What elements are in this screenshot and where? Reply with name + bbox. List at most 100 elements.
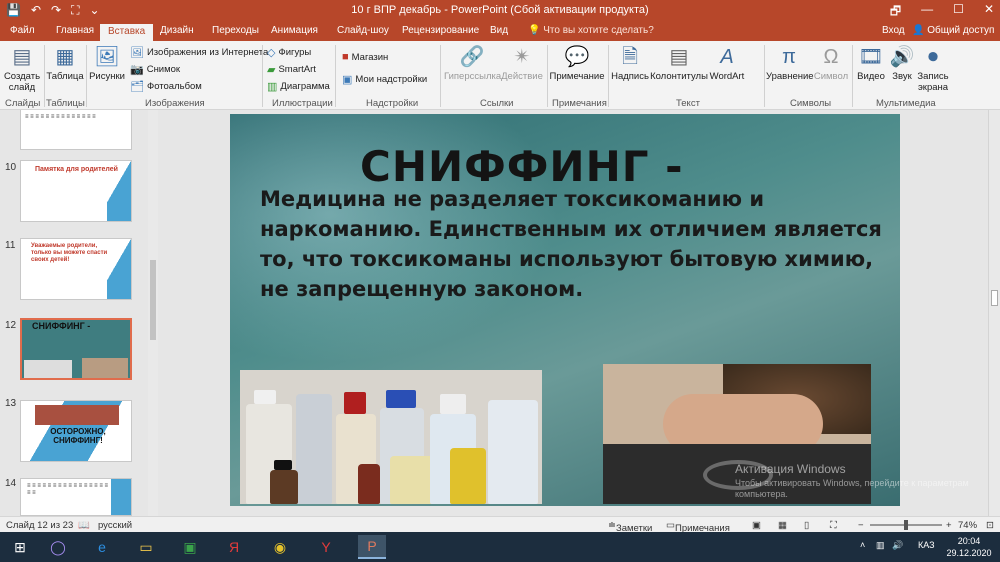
tab-review[interactable]: Рецензирование bbox=[402, 25, 479, 36]
internet-explorer-icon[interactable]: e bbox=[88, 535, 116, 559]
thumbnail-title: Уважаемые родители, только вы можете спа… bbox=[31, 243, 108, 263]
hyperlink-button[interactable]: 🔗 Гиперссылка bbox=[444, 45, 501, 82]
zoom-level[interactable]: 74% bbox=[958, 520, 977, 531]
ribbon-display-options-icon[interactable]: 🗗 bbox=[890, 2, 901, 23]
tell-me-label: Что вы хотите сделать? bbox=[543, 25, 654, 36]
store-button[interactable]: ■ Магазин bbox=[342, 51, 388, 63]
slide-scrollbar[interactable] bbox=[988, 110, 1000, 516]
pictures-button[interactable]: 🖼 Рисунки bbox=[88, 45, 126, 82]
minimize-button[interactable]: — bbox=[921, 2, 933, 23]
language-indicator[interactable]: русский bbox=[98, 520, 132, 531]
photo-household-chemicals[interactable] bbox=[240, 370, 542, 504]
shapes-button[interactable]: ◇ Фигуры bbox=[267, 46, 311, 59]
tray-chevron-icon[interactable]: ˄ bbox=[860, 540, 865, 550]
action-button[interactable]: ✴ Действие bbox=[500, 45, 544, 82]
file-explorer-icon[interactable]: ▭ bbox=[132, 535, 160, 559]
wordart-button[interactable]: A WordArt bbox=[708, 45, 746, 82]
yandex-icon[interactable]: Y bbox=[312, 535, 340, 559]
window-title: 10 г ВПР декабрь - PowerPoint (Сбой акти… bbox=[351, 4, 649, 16]
tab-slideshow[interactable]: Слайд-шоу bbox=[337, 25, 389, 36]
excel-icon[interactable]: ▣ bbox=[176, 535, 204, 559]
chrome-icon[interactable]: ◉ bbox=[266, 535, 294, 559]
normal-view-icon[interactable]: ▣ bbox=[752, 520, 761, 531]
slide-thumbnail-9[interactable]: ≡ ≡ ≡ ≡ ≡ ≡ ≡ ≡ ≡ ≡ ≡ ≡ ≡ ≡ bbox=[20, 110, 132, 150]
reading-view-icon[interactable]: ▯ bbox=[804, 520, 809, 531]
scrollbar-thumb[interactable] bbox=[150, 260, 156, 340]
group-text-label: Текст bbox=[676, 98, 700, 109]
zoom-in-icon[interactable]: + bbox=[946, 520, 952, 531]
tell-me-search[interactable]: 💡 Что вы хотите сделать? bbox=[528, 25, 654, 36]
audio-button[interactable]: 🔊 Звук bbox=[888, 45, 916, 82]
tab-insert[interactable]: Вставка bbox=[100, 24, 154, 41]
slide-thumbnail-13[interactable]: ОСТОРОЖНО, СНИФФИНГ! bbox=[20, 400, 132, 462]
slide-thumbnail-12[interactable]: СНИФФИНГ - bbox=[20, 318, 132, 380]
smartart-button[interactable]: ▰ SmartArt bbox=[267, 63, 316, 76]
table-button[interactable]: ▦ Таблица bbox=[46, 45, 84, 82]
pi-icon: π bbox=[782, 46, 796, 68]
fit-to-window-icon[interactable]: ⊡ bbox=[986, 520, 994, 531]
zoom-slider-knob[interactable] bbox=[904, 520, 908, 530]
new-slide-label: Создать слайд bbox=[3, 71, 41, 93]
symbol-button[interactable]: Ω Символ bbox=[812, 45, 850, 82]
my-addins-label: Мои надстройки bbox=[355, 74, 428, 85]
pictures-icon: 🖼 bbox=[94, 46, 120, 68]
tab-animations[interactable]: Анимация bbox=[271, 25, 318, 36]
textbox-icon: 🗎 bbox=[621, 46, 639, 68]
video-button[interactable]: 🎞 Видео bbox=[854, 45, 888, 82]
window-controls: 🗗 — ☐ ✕ bbox=[890, 2, 994, 23]
chart-button[interactable]: ▥ Диаграмма bbox=[267, 80, 330, 93]
screen-recording-label: Запись экрана bbox=[917, 71, 949, 93]
tab-home[interactable]: Главная bbox=[56, 25, 94, 36]
scrollbar-thumb[interactable] bbox=[991, 290, 998, 306]
hyperlink-icon: 🔗 bbox=[459, 46, 485, 68]
alice-assistant-icon[interactable]: ◯ bbox=[44, 535, 72, 559]
maximize-button[interactable]: ☐ bbox=[953, 2, 964, 23]
thumbnail-text-lines: ≡ ≡ ≡ ≡ ≡ ≡ ≡ ≡ ≡ ≡ ≡ ≡ ≡ ≡ bbox=[25, 114, 96, 120]
slide-thumbnail-14[interactable]: ≡ ≡ ≡ ≡ ≡ ≡ ≡ ≡ ≡ ≡ ≡ ≡ ≡ ≡ ≡ ≡ ≡ ≡ bbox=[20, 478, 132, 516]
my-addins-button[interactable]: ▣ Мои надстройки bbox=[342, 73, 427, 86]
shapes-label: Фигуры bbox=[278, 47, 312, 58]
taskbar-clock[interactable]: 20:04 29.12.2020 bbox=[944, 535, 994, 559]
comment-button[interactable]: 💬 Примечание bbox=[549, 45, 605, 82]
slideshow-view-icon[interactable]: ⛶ bbox=[830, 520, 837, 531]
yandex-browser-icon[interactable]: Я bbox=[220, 535, 248, 559]
slide-sorter-view-icon[interactable]: ▦ bbox=[778, 520, 787, 531]
share-button[interactable]: 👤 Общий доступ bbox=[912, 25, 994, 36]
volume-icon[interactable]: 🔊 bbox=[892, 540, 903, 551]
ribbon-separator bbox=[262, 45, 263, 107]
tab-transitions[interactable]: Переходы bbox=[212, 25, 259, 36]
windows-start-icon[interactable]: ⊞ bbox=[6, 535, 34, 559]
sign-in-link[interactable]: Вход bbox=[882, 25, 905, 36]
tab-view[interactable]: Вид bbox=[490, 25, 508, 36]
photo-album-button[interactable]: 🗂 Фотоальбом bbox=[130, 80, 202, 93]
zoom-out-icon[interactable]: − bbox=[858, 520, 864, 531]
screen-recording-button[interactable]: ⏺ Запись экрана bbox=[914, 45, 952, 93]
thumbnails-scrollbar[interactable] bbox=[148, 110, 158, 516]
notes-button[interactable]: ≐ Заметки bbox=[608, 520, 652, 534]
ribbon-tabs: Файл Главная Вставка Дизайн Переходы Ани… bbox=[0, 22, 1000, 41]
header-footer-button[interactable]: ▤ Колонтитулы bbox=[650, 45, 708, 82]
screenshot-button[interactable]: 📷 Снимок bbox=[130, 63, 180, 76]
group-symbols-label: Символы bbox=[790, 98, 832, 109]
ribbon-separator bbox=[608, 45, 609, 107]
online-pictures-label: Изображения из Интернета bbox=[146, 47, 269, 58]
close-button[interactable]: ✕ bbox=[984, 2, 994, 23]
online-pictures-button[interactable]: 🖼 Изображения из Интернета bbox=[130, 46, 268, 59]
keyboard-language[interactable]: КАЗ bbox=[918, 540, 935, 550]
slide-canvas[interactable]: СНИФФИНГ - Медицина не разделяет токсико… bbox=[230, 114, 900, 506]
ribbon-separator bbox=[86, 45, 87, 107]
windows-activation-watermark-title: Активация Windows bbox=[735, 462, 846, 476]
slide-thumbnail-11[interactable]: Уважаемые родители, только вы можете спа… bbox=[20, 238, 132, 300]
network-icon[interactable]: ▥ bbox=[876, 540, 885, 551]
powerpoint-icon[interactable]: P bbox=[358, 535, 386, 559]
slide-body-text[interactable]: Медицина не разделяет токсикоманию и нар… bbox=[260, 184, 900, 304]
equation-button[interactable]: π Уравнение bbox=[766, 45, 814, 82]
tab-file[interactable]: Файл bbox=[10, 25, 35, 36]
ribbon-insert: ▤ Создать слайд Слайды ▦ Таблица Таблицы… bbox=[0, 41, 1000, 110]
comments-button[interactable]: ▭ Примечания bbox=[666, 520, 730, 534]
slide-thumbnail-10[interactable]: Памятка для родителей bbox=[20, 160, 132, 222]
textbox-button[interactable]: 🗎 Надпись bbox=[610, 45, 650, 82]
spellcheck-icon[interactable]: 📖 bbox=[78, 520, 90, 531]
tab-design[interactable]: Дизайн bbox=[160, 25, 194, 36]
new-slide-button[interactable]: ▤ Создать слайд bbox=[2, 45, 42, 93]
